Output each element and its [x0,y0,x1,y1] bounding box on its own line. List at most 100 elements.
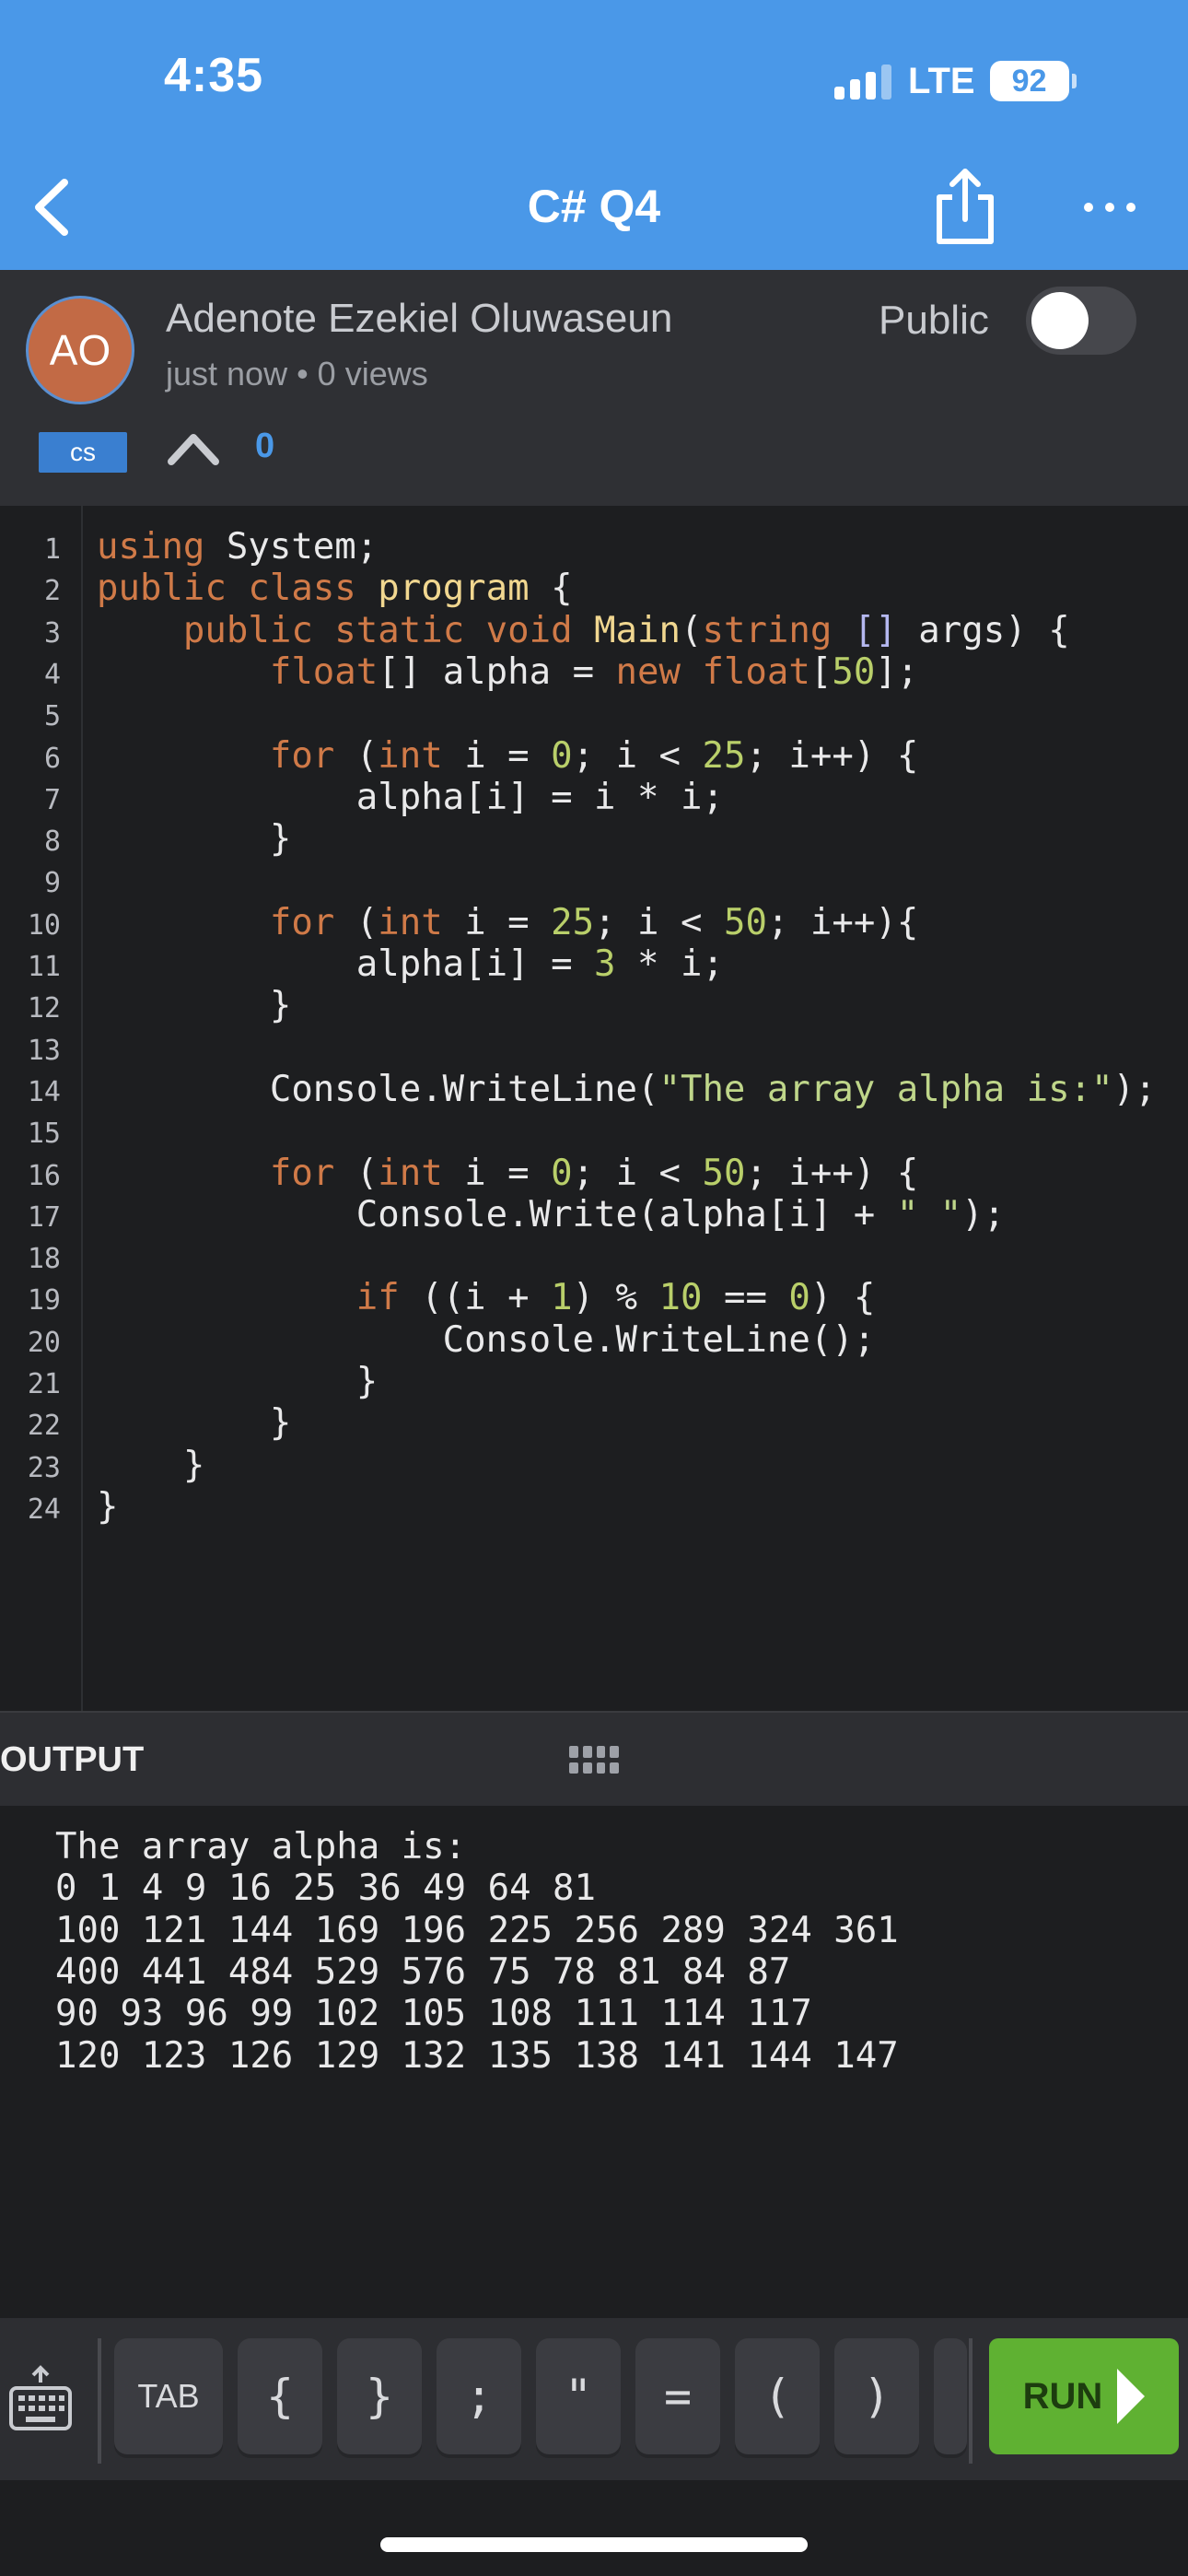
code-line[interactable]: 1 using System; [0,526,1188,568]
page-title: C# Q4 [527,181,661,232]
keyboard-icon [9,2365,72,2430]
post-meta: just now • 0 views [166,355,428,392]
output-label: OUTPUT [0,1740,145,1779]
output-console: The array alpha is: 0 1 4 9 16 25 36 49 6… [0,1806,1188,2318]
keyboard-toggle-button[interactable] [7,2364,74,2438]
code-line[interactable]: 8 } [0,818,1188,860]
run-button[interactable]: RUN [989,2338,1179,2454]
code-text[interactable]: alpha[i] = i * i; [97,777,724,818]
output-line: 120 123 126 129 132 135 138 141 144 147 [55,2034,899,2077]
network-type: LTE [908,60,975,101]
close-brace-key[interactable]: } [337,2338,422,2454]
quote-key[interactable]: " [536,2338,621,2454]
open-paren-key[interactable]: ( [735,2338,820,2454]
code-text[interactable]: using System; [97,526,378,568]
code-line[interactable]: 10 for (int i = 25; i < 50; i++){ [0,902,1188,943]
code-text[interactable]: } [97,818,292,860]
code-line[interactable]: 2 public class program { [0,568,1188,609]
code-line[interactable]: 20 Console.WriteLine(); [0,1319,1188,1361]
code-text[interactable]: } [97,1486,118,1528]
line-number: 16 [27,1159,61,1192]
code-line[interactable]: 21 } [0,1361,1188,1402]
output-line: 100 121 144 169 196 225 256 289 324 361 [55,1909,899,1951]
code-text[interactable]: } [97,1361,379,1402]
run-label: RUN [1022,2375,1103,2417]
code-line[interactable]: 4 float[] alpha = new float[50]; [0,651,1188,693]
code-text[interactable]: alpha[i] = 3 * i; [97,943,724,985]
code-text[interactable]: for (int i = 0; i < 50; i++) { [97,1153,918,1194]
open-brace-key[interactable]: { [238,2338,322,2454]
line-number: 15 [27,1118,61,1151]
home-indicator[interactable] [380,2537,808,2552]
line-number: 8 [43,825,61,859]
line-number: 1 [43,533,61,566]
author-name[interactable]: Adenote Ezekiel Oluwaseun [166,296,672,342]
toolbar-separator [969,2338,973,2464]
public-toggle[interactable] [1026,287,1136,355]
toolbar-separator [98,2338,101,2464]
line-number: 23 [27,1451,61,1484]
output-header: OUTPUT [0,1711,1188,1806]
share-button[interactable] [930,166,1000,249]
code-text[interactable]: float[] alpha = new float[50]; [97,651,918,693]
close-paren-key[interactable]: ) [834,2338,919,2454]
line-number: 9 [43,867,61,900]
code-text[interactable]: } [97,1445,205,1486]
line-number: 20 [27,1326,61,1359]
tab-key[interactable]: TAB [114,2338,223,2454]
avatar[interactable]: AO [26,296,134,404]
line-number: 7 [43,783,61,816]
line-number: 19 [27,1284,61,1317]
code-line[interactable]: 9 [0,860,1188,901]
line-number: 24 [27,1493,61,1526]
code-text[interactable]: public class program { [97,568,573,609]
post-header: AO Adenote Ezekiel Oluwaseun just now • … [0,270,1188,506]
code-text[interactable]: Console.Write(alpha[i] + " "); [97,1194,1005,1235]
code-line[interactable]: 6 for (int i = 0; i < 25; i++) { [0,735,1188,777]
code-editor[interactable]: 1 using System; 2 public class program {3 p… [0,506,1188,1711]
code-line[interactable]: 17 Console.Write(alpha[i] + " "); [0,1194,1188,1235]
chevron-up-icon [168,434,219,465]
code-text[interactable]: } [97,985,292,1026]
vote-count: 0 [255,427,275,465]
code-line[interactable]: 23 } [0,1445,1188,1486]
line-number: 17 [27,1200,61,1234]
code-line[interactable]: 22 } [0,1402,1188,1444]
toggle-knob [1031,292,1089,349]
line-number: 14 [27,1075,61,1108]
code-line[interactable]: 5 [0,693,1188,734]
output-line: 90 93 96 99 102 105 108 111 114 117 [55,1993,812,2035]
code-line[interactable]: 15 [0,1110,1188,1152]
code-line[interactable]: 18 [0,1235,1188,1277]
code-line[interactable]: 3 public static void Main(string [] args… [0,610,1188,651]
language-badge: cs [39,432,127,473]
code-text[interactable]: Console.WriteLine(); [97,1319,876,1361]
code-text[interactable]: for (int i = 0; i < 25; i++) { [97,735,918,777]
output-line: 0 1 4 9 16 25 36 49 64 81 [55,1868,596,1910]
code-line[interactable]: 11 alpha[i] = 3 * i; [0,943,1188,985]
visibility-label: Public [879,298,989,343]
code-line[interactable]: 7 alpha[i] = i * i; [0,777,1188,818]
code-text[interactable]: } [97,1402,292,1444]
top-bar: 4:35 LTE 92 C# Q4 [0,0,1188,270]
code-line[interactable]: 12 } [0,985,1188,1026]
more-button[interactable] [1077,193,1142,221]
more-keys-partial[interactable] [934,2338,967,2454]
home-area [0,2480,1188,2576]
code-text[interactable]: Console.WriteLine("The array alpha is:")… [97,1069,1157,1110]
status-time: 4:35 [164,49,264,102]
line-number: 5 [43,700,61,733]
semicolon-key[interactable]: ; [437,2338,521,2454]
code-line[interactable]: 13 [0,1027,1188,1069]
code-text[interactable]: if ((i + 1) % 10 == 0) { [97,1277,876,1318]
drag-handle-icon[interactable] [569,1746,619,1774]
code-text[interactable]: for (int i = 25; i < 50; i++){ [97,902,918,943]
equals-key[interactable]: = [635,2338,720,2454]
line-number: 10 [27,908,61,942]
code-text[interactable]: public static void Main(string [] args) … [97,610,1070,651]
code-line[interactable]: 19 if ((i + 1) % 10 == 0) { [0,1277,1188,1318]
code-line[interactable]: 24} [0,1486,1188,1528]
code-line[interactable]: 16 for (int i = 0; i < 50; i++) { [0,1153,1188,1194]
code-line[interactable]: 14 Console.WriteLine("The array alpha is… [0,1069,1188,1110]
upvote-button[interactable] [166,425,221,471]
